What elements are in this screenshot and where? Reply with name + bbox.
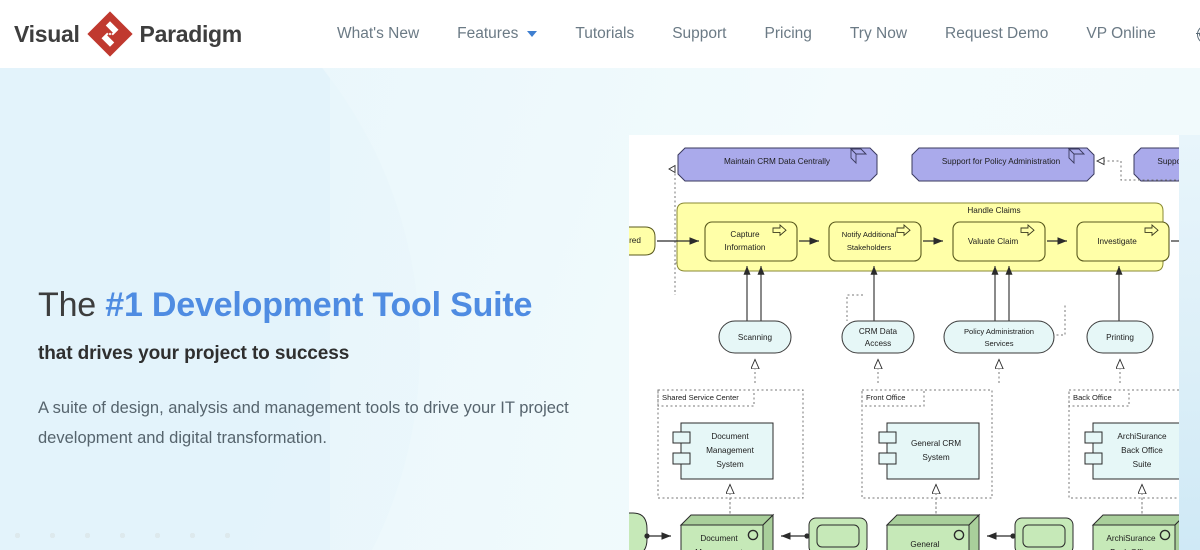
group-label: Front Office [866,393,906,402]
brand-word-visual: Visual [14,20,80,47]
process-label-line2: Information [725,243,766,252]
service-label-line1: Scanning [738,333,773,342]
archimate-diagram-svg: Maintain CRM Data Centrally Support for … [629,147,1179,550]
node-label-line1: Document [700,534,738,543]
nav-item-tutorials[interactable]: Tutorials [556,25,653,43]
device-monitor-1[interactable] [808,517,868,550]
nav-item-pricing[interactable]: Pricing [746,25,831,43]
serving-arrows-services-to-processes [743,266,1123,321]
requirement-label: Support for Policy Administration [942,157,1061,166]
nav-item-features[interactable]: Features [438,25,556,43]
nav-item-support[interactable]: Support [653,25,745,43]
decorative-dot-grid [0,508,240,550]
language-selector[interactable] [1175,24,1200,44]
requirement-box-3-clipped[interactable]: Support f [1133,147,1179,182]
page-title: The #1 Development Tool Suite [38,283,618,327]
device-monitor-2[interactable] [1014,517,1074,550]
service-node-crm-data-access[interactable]: CRM Data Access [841,320,915,354]
nav-item-label: Tutorials [575,25,635,42]
node-label-line1: ArchiSurance [1106,534,1156,543]
nav-item-label: Support [672,25,727,42]
nav-item-label: What's New [336,25,420,42]
requirement-label: Support f [1157,157,1179,166]
requirement-box-1[interactable]: Maintain CRM Data Centrally [677,147,878,182]
process-clipped-label: red [629,236,641,245]
headline-prefix: The [38,286,106,324]
nav-item-whats-new[interactable]: What's New [318,25,438,43]
process-box-investigate[interactable]: Investigate [1076,221,1170,262]
nav-item-label: VP Online [1086,25,1156,42]
nav-item-label: Try Now [849,25,908,42]
component-label-line1: ArchiSurance [1117,432,1167,441]
diagram-panel-right-edge [1179,135,1200,550]
nav-item-request-demo[interactable]: Request Demo [926,25,1067,43]
process-box-capture-information[interactable]: Capture Information [704,221,798,262]
group-label: Shared Service Center [662,393,739,402]
component-label-line1: General CRM [911,439,961,448]
service-label-line1: Printing [1106,333,1134,342]
component-document-management-system[interactable]: Document Management System [672,422,774,480]
technology-node-document-management[interactable]: Document Management [679,513,775,550]
nav-item-label: Features [457,25,519,42]
process-band-label: Handle Claims [967,206,1020,215]
component-general-crm-system[interactable]: General CRM System [878,422,980,480]
process-label-line2: Stakeholders [847,243,892,252]
technology-node-archisurance-back-office[interactable]: ArchiSurance Back Office [1091,514,1179,550]
realization-service-to-component [755,359,1120,383]
nav-item-vp-online[interactable]: VP Online [1067,25,1175,43]
hero-copy: The #1 Development Tool Suite that drive… [38,283,618,453]
service-label-line1: CRM Data [859,327,898,336]
service-node-scanning[interactable]: Scanning [718,320,792,354]
archimate-diagram-panel[interactable]: Maintain CRM Data Centrally Support for … [629,135,1179,550]
nav-item-label: Request Demo [945,25,1049,42]
page-root: Visual Paradigm What's New Features Tuto… [0,0,1200,550]
hero-body-text: A suite of design, analysis and manageme… [38,399,569,447]
process-box-notify-stakeholders[interactable]: Notify Additional Stakeholders [828,221,922,262]
hero-subheading: that drives your project to success [38,343,350,364]
process-clipped-left[interactable]: red [629,226,656,256]
component-label-line2: System [922,453,949,462]
requirement-label: Maintain CRM Data Centrally [724,157,831,166]
headline-accent: #1 Development Tool Suite [105,286,533,324]
component-label-line3: System [716,460,743,469]
nav-item-label: Pricing [764,25,812,42]
component-archisurance-back-office-suite[interactable]: ArchiSurance Back Office Suite [1084,422,1179,480]
component-label-line3: Suite [1133,460,1152,469]
service-label-line2: Services [984,339,1013,348]
node-label-line1: General [910,540,939,549]
process-label-line1: Investigate [1097,237,1137,246]
nav-links: What's New Features Tutorials Support Pr… [318,24,1200,44]
group-label: Back Office [1073,393,1112,402]
process-label-line1: Capture [730,230,760,239]
technology-node-general-crm-system[interactable]: General CRM System [885,513,981,550]
service-label-line1: Policy Administration [964,327,1034,336]
service-node-policy-administration-services[interactable]: Policy Administration Services [943,320,1055,354]
service-node-printing[interactable]: Printing [1086,320,1154,354]
requirement-box-2[interactable]: Support for Policy Administration [911,147,1095,182]
chevron-down-icon [527,31,538,37]
component-label-line1: Document [711,432,749,441]
process-label-line1: Notify Additional [842,230,897,239]
component-label-line2: Back Office [1121,446,1163,455]
process-box-valuate-claim[interactable]: Valuate Claim [952,221,1046,262]
vp-diamond-logo-icon [84,8,136,60]
technology-clipped-left[interactable] [629,512,648,550]
brand-word-paradigm: Paradigm [139,20,243,47]
nav-item-try-now[interactable]: Try Now [831,25,926,43]
service-label-line2: Access [865,339,891,348]
brand-logo[interactable]: Visual Paradigm [14,0,242,68]
process-label-line1: Valuate Claim [968,237,1019,246]
top-navigation-bar: Visual Paradigm What's New Features Tuto… [0,0,1200,68]
component-label-line2: Management [706,446,755,455]
